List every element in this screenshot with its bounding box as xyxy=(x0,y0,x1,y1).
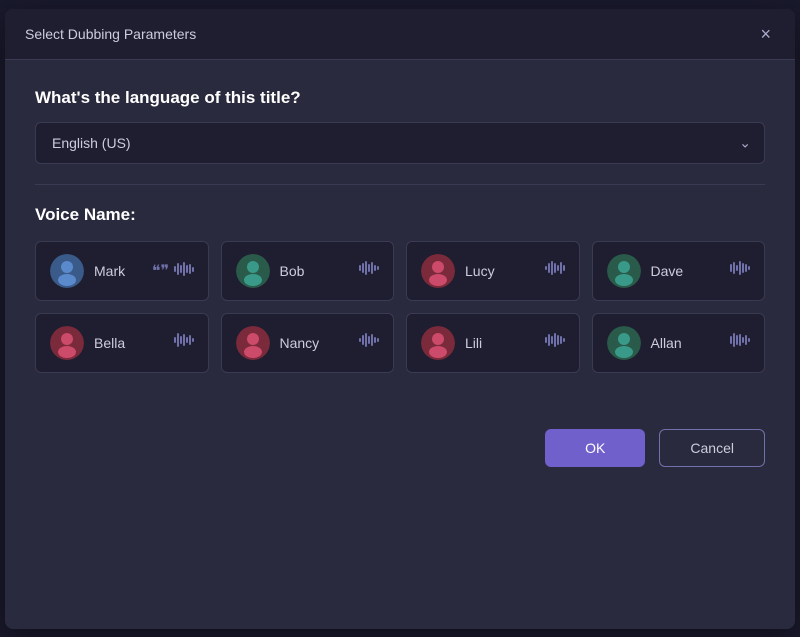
waveform-icon-bob[interactable] xyxy=(359,261,379,280)
voice-name-bella: Bella xyxy=(94,335,164,351)
voice-name-dave: Dave xyxy=(651,263,721,279)
voice-name-lili: Lili xyxy=(465,335,535,351)
voice-card-nancy[interactable]: Nancy xyxy=(221,313,395,373)
avatar-bob xyxy=(236,254,270,288)
voice-card-bob[interactable]: Bob xyxy=(221,241,395,301)
section-divider xyxy=(35,184,765,185)
waveform-icon-lucy[interactable] xyxy=(545,261,565,280)
voice-name-bob: Bob xyxy=(280,263,350,279)
dialog-footer: OK Cancel xyxy=(5,413,795,491)
avatar-nancy xyxy=(236,326,270,360)
avatar-bella xyxy=(50,326,84,360)
voice-name-nancy: Nancy xyxy=(280,335,350,351)
avatar-lili xyxy=(421,326,455,360)
language-question: What's the language of this title? xyxy=(35,88,765,108)
dialog-header: Select Dubbing Parameters × xyxy=(5,9,795,60)
cancel-button[interactable]: Cancel xyxy=(659,429,765,467)
voice-grid: Mark ❝❞ xyxy=(35,241,765,373)
voice-card-mark[interactable]: Mark ❝❞ xyxy=(35,241,209,301)
avatar-mark xyxy=(50,254,84,288)
avatar-allan xyxy=(607,326,641,360)
voice-name-allan: Allan xyxy=(651,335,721,351)
voice-name-label: Voice Name: xyxy=(35,205,765,225)
dialog-title: Select Dubbing Parameters xyxy=(25,26,196,42)
waveform-icon-lili[interactable] xyxy=(545,333,565,352)
language-select[interactable]: English (US) Spanish French German Japan… xyxy=(35,122,765,164)
waveform-icon-bella[interactable] xyxy=(174,333,194,352)
voice-card-lili[interactable]: Lili xyxy=(406,313,580,373)
waveform-icon-allan[interactable] xyxy=(730,333,750,352)
voice-card-allan[interactable]: Allan xyxy=(592,313,766,373)
select-dubbing-dialog: Select Dubbing Parameters × What's the l… xyxy=(5,9,795,629)
voice-name-mark: Mark xyxy=(94,263,142,279)
waveform-icon-dave[interactable] xyxy=(730,261,750,280)
voice-name-lucy: Lucy xyxy=(465,263,535,279)
ok-button[interactable]: OK xyxy=(545,429,645,467)
avatar-lucy xyxy=(421,254,455,288)
close-button[interactable]: × xyxy=(756,23,775,45)
language-select-wrapper: English (US) Spanish French German Japan… xyxy=(35,122,765,164)
voice-card-dave[interactable]: Dave xyxy=(592,241,766,301)
dialog-body: What's the language of this title? Engli… xyxy=(5,60,795,413)
waveform-icon-nancy[interactable] xyxy=(359,333,379,352)
waveform-icon-mark[interactable]: ❝❞ xyxy=(152,261,194,281)
avatar-dave xyxy=(607,254,641,288)
voice-card-bella[interactable]: Bella xyxy=(35,313,209,373)
voice-card-lucy[interactable]: Lucy xyxy=(406,241,580,301)
